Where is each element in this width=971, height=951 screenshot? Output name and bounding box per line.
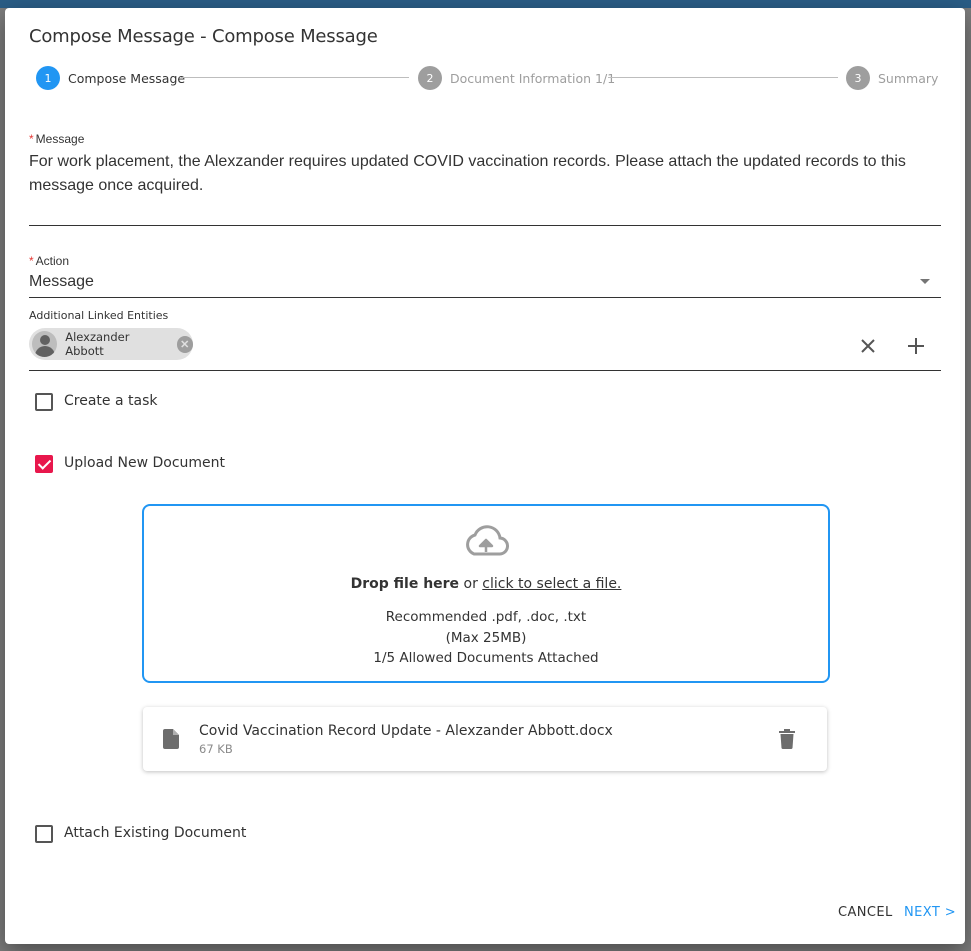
step-document-information: 2 Document Information 1/1 bbox=[418, 66, 615, 90]
max-size: (Max 25MB) bbox=[445, 630, 527, 646]
chevron-down-icon[interactable] bbox=[920, 279, 930, 284]
file-name: Covid Vaccination Record Update - Alexza… bbox=[199, 723, 613, 739]
step-label: Compose Message bbox=[68, 70, 186, 86]
file-dropzone[interactable]: Drop file here or click to select a file… bbox=[142, 504, 830, 683]
next-button[interactable]: NEXT > bbox=[904, 905, 956, 920]
step-connector bbox=[608, 77, 838, 78]
trash-icon[interactable] bbox=[779, 729, 795, 749]
upload-new-document-checkbox[interactable] bbox=[35, 455, 53, 473]
step-number: 1 bbox=[36, 66, 60, 90]
clear-icon[interactable] bbox=[856, 334, 880, 358]
action-label: * Action bbox=[29, 254, 69, 268]
cancel-button[interactable]: CANCEL bbox=[838, 905, 893, 920]
create-task-checkbox[interactable] bbox=[35, 393, 53, 411]
documents-count: 1/5 Allowed Documents Attached bbox=[373, 650, 599, 666]
step-label: Summary bbox=[878, 70, 939, 86]
action-select[interactable]: Message bbox=[29, 273, 94, 291]
step-connector bbox=[181, 77, 409, 78]
linked-entities-underline bbox=[29, 370, 941, 371]
message-label: * Message bbox=[29, 132, 84, 146]
message-underline bbox=[29, 225, 941, 226]
step-compose-message: 1 Compose Message bbox=[36, 66, 185, 90]
message-label-text: Message bbox=[35, 132, 85, 146]
action-underline bbox=[29, 297, 941, 298]
app-top-bar bbox=[0, 0, 971, 8]
chip-label: Alexzander Abbott bbox=[65, 330, 130, 358]
step-summary: 3 Summary bbox=[846, 66, 938, 90]
file-icon bbox=[163, 729, 179, 749]
attach-existing-document-checkbox[interactable] bbox=[35, 825, 53, 843]
add-icon[interactable] bbox=[904, 334, 928, 358]
attached-file-card: Covid Vaccination Record Update - Alexza… bbox=[143, 707, 827, 771]
recommended-formats: Recommended .pdf, .doc, .txt bbox=[385, 609, 587, 625]
linked-entity-chip[interactable]: Alexzander Abbott ✕ bbox=[29, 328, 193, 360]
linked-entities-label: Additional Linked Entities bbox=[29, 309, 169, 322]
dialog-title: Compose Message - Compose Message bbox=[29, 26, 378, 47]
action-label-text: Action bbox=[35, 254, 70, 268]
select-file-link[interactable]: click to select a file. bbox=[482, 576, 621, 592]
step-number: 3 bbox=[846, 66, 870, 90]
step-label: Document Information 1/1 bbox=[450, 70, 616, 86]
step-number: 2 bbox=[418, 66, 442, 90]
file-size: 67 KB bbox=[199, 742, 233, 756]
required-mark: * bbox=[29, 132, 34, 146]
cloud-upload-icon bbox=[466, 525, 509, 556]
attach-existing-document-label: Attach Existing Document bbox=[64, 825, 247, 841]
dropzone-instruction: Drop file here or click to select a file… bbox=[144, 576, 828, 592]
or-text: or bbox=[459, 576, 483, 592]
drop-file-text: Drop file here bbox=[350, 576, 460, 592]
chip-remove-icon[interactable]: ✕ bbox=[176, 335, 193, 353]
person-avatar-icon bbox=[32, 331, 58, 357]
required-mark: * bbox=[29, 254, 34, 268]
message-textarea[interactable]: For work placement, the Alexzander requi… bbox=[29, 150, 919, 198]
upload-new-document-label: Upload New Document bbox=[64, 455, 226, 471]
compose-message-dialog: Compose Message - Compose Message 1 Comp… bbox=[5, 8, 965, 944]
create-task-label: Create a task bbox=[64, 393, 158, 409]
